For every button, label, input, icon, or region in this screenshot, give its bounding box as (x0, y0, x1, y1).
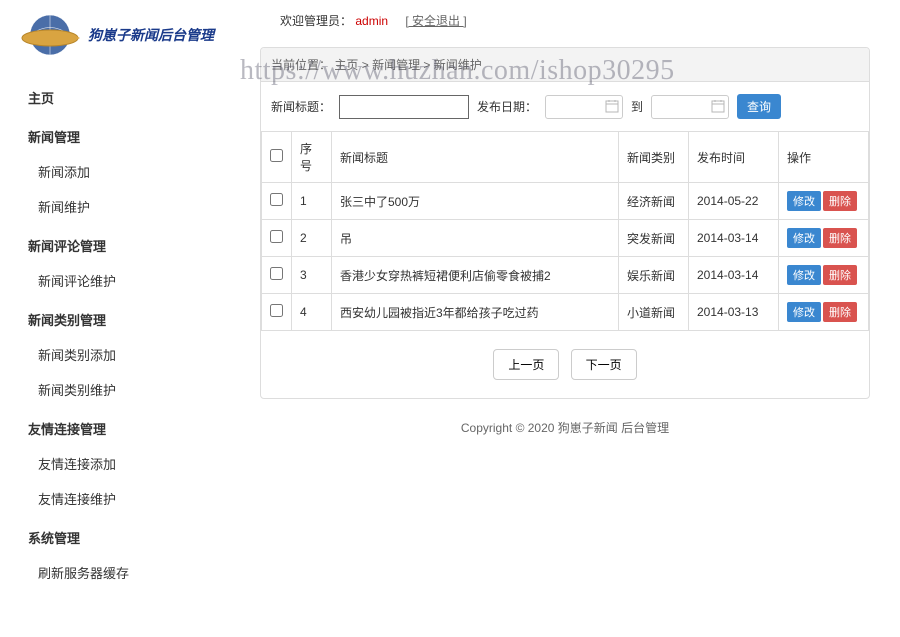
breadcrumb-sep: > (358, 58, 372, 72)
table-row: 1张三中了500万经济新闻2014-05-22修改删除 (262, 183, 869, 220)
menu-item[interactable]: 新闻类别添加 (20, 337, 260, 372)
delete-button[interactable]: 删除 (823, 228, 857, 248)
filter-row: 新闻标题： 发布日期： 到 查询 (261, 82, 869, 131)
breadcrumb-link[interactable]: 新闻管理 (372, 58, 420, 72)
logo-area: 狗崽子新闻后台管理 (20, 10, 260, 60)
search-button[interactable]: 查询 (737, 94, 781, 119)
cell-title: 吊 (332, 220, 619, 257)
cell-date: 2014-03-13 (689, 294, 779, 331)
menu-header[interactable]: 新闻评论管理 (20, 228, 260, 263)
row-checkbox[interactable] (270, 304, 283, 317)
cell-date: 2014-03-14 (689, 257, 779, 294)
col-seq: 序号 (292, 132, 332, 183)
cell-category: 突发新闻 (619, 220, 689, 257)
admin-name[interactable]: admin (355, 14, 388, 28)
date-to-label: 到 (631, 98, 643, 115)
edit-button[interactable]: 修改 (787, 265, 821, 285)
date-from-input[interactable] (545, 95, 623, 119)
menu-item[interactable]: 新闻维护 (20, 189, 260, 224)
cell-seq: 2 (292, 220, 332, 257)
cell-ops: 修改删除 (779, 257, 869, 294)
col-category: 新闻类别 (619, 132, 689, 183)
cell-title: 香港少女穿热裤短裙便利店偷零食被捕2 (332, 257, 619, 294)
cell-ops: 修改删除 (779, 183, 869, 220)
top-bar: 欢迎管理员： admin [ 安全退出 ] (260, 0, 870, 47)
delete-button[interactable]: 删除 (823, 191, 857, 211)
menu-header[interactable]: 新闻类别管理 (20, 302, 260, 337)
edit-button[interactable]: 修改 (787, 302, 821, 322)
content-panel: 当前位置： 主页 > 新闻管理 > 新闻维护 新闻标题： 发布日期： 到 查询 (260, 47, 870, 399)
col-ops: 操作 (779, 132, 869, 183)
menu-header[interactable]: 新闻管理 (20, 119, 260, 154)
delete-button[interactable]: 删除 (823, 302, 857, 322)
sidebar: 狗崽子新闻后台管理 主页新闻管理新闻添加新闻维护新闻评论管理新闻评论维护新闻类别… (0, 0, 260, 637)
menu-item[interactable]: 新闻评论维护 (20, 263, 260, 298)
cell-date: 2014-05-22 (689, 183, 779, 220)
cell-seq: 4 (292, 294, 332, 331)
row-checkbox[interactable] (270, 230, 283, 243)
logout-link[interactable]: [ 安全退出 ] (405, 14, 466, 28)
table-row: 2吊突发新闻2014-03-14修改删除 (262, 220, 869, 257)
cell-seq: 3 (292, 257, 332, 294)
delete-button[interactable]: 删除 (823, 265, 857, 285)
menu-item[interactable]: 友情连接维护 (20, 481, 260, 516)
row-checkbox[interactable] (270, 193, 283, 206)
breadcrumb-prefix: 当前位置： (271, 58, 331, 72)
cell-seq: 1 (292, 183, 332, 220)
table-header-row: 序号 新闻标题 新闻类别 发布时间 操作 (262, 132, 869, 183)
main-content: 欢迎管理员： admin [ 安全退出 ] https://www.huzhan… (260, 0, 900, 637)
menu-item[interactable]: 友情连接添加 (20, 446, 260, 481)
logo-text: 狗崽子新闻后台管理 (88, 25, 214, 45)
logo-icon (20, 10, 80, 60)
cell-ops: 修改删除 (779, 294, 869, 331)
date-label: 发布日期： (477, 98, 537, 115)
menu-item[interactable]: 刷新服务器缓存 (20, 555, 260, 590)
next-page-button[interactable]: 下一页 (571, 349, 637, 380)
cell-title: 张三中了500万 (332, 183, 619, 220)
row-checkbox[interactable] (270, 267, 283, 280)
edit-button[interactable]: 修改 (787, 191, 821, 211)
cell-category: 经济新闻 (619, 183, 689, 220)
cell-ops: 修改删除 (779, 220, 869, 257)
col-date: 发布时间 (689, 132, 779, 183)
table-row: 3香港少女穿热裤短裙便利店偷零食被捕2娱乐新闻2014-03-14修改删除 (262, 257, 869, 294)
edit-button[interactable]: 修改 (787, 228, 821, 248)
table-row: 4西安幼儿园被指近3年都给孩子吃过药小道新闻2014-03-13修改删除 (262, 294, 869, 331)
menu-item[interactable]: 新闻类别维护 (20, 372, 260, 407)
cell-category: 娱乐新闻 (619, 257, 689, 294)
breadcrumb-sep: > (420, 58, 434, 72)
title-label: 新闻标题： (271, 98, 331, 115)
menu-header[interactable]: 友情连接管理 (20, 411, 260, 446)
select-all-checkbox[interactable] (270, 149, 283, 162)
breadcrumb: 当前位置： 主页 > 新闻管理 > 新闻维护 (261, 48, 869, 82)
breadcrumb-link[interactable]: 主页 (334, 58, 358, 72)
breadcrumb-link[interactable]: 新闻维护 (434, 58, 482, 72)
menu-header[interactable]: 系统管理 (20, 520, 260, 555)
col-title: 新闻标题 (332, 132, 619, 183)
menu-item[interactable]: 新闻添加 (20, 154, 260, 189)
cell-title: 西安幼儿园被指近3年都给孩子吃过药 (332, 294, 619, 331)
prev-page-button[interactable]: 上一页 (493, 349, 559, 380)
date-to-input[interactable] (651, 95, 729, 119)
pagination: 上一页 下一页 (261, 331, 869, 398)
welcome-text: 欢迎管理员： (280, 14, 352, 28)
title-input[interactable] (339, 95, 469, 119)
cell-category: 小道新闻 (619, 294, 689, 331)
news-table: 序号 新闻标题 新闻类别 发布时间 操作 1张三中了500万经济新闻2014-0… (261, 131, 869, 331)
cell-date: 2014-03-14 (689, 220, 779, 257)
menu-header[interactable]: 主页 (20, 80, 260, 115)
footer-text: Copyright © 2020 狗崽子新闻 后台管理 (260, 399, 870, 456)
